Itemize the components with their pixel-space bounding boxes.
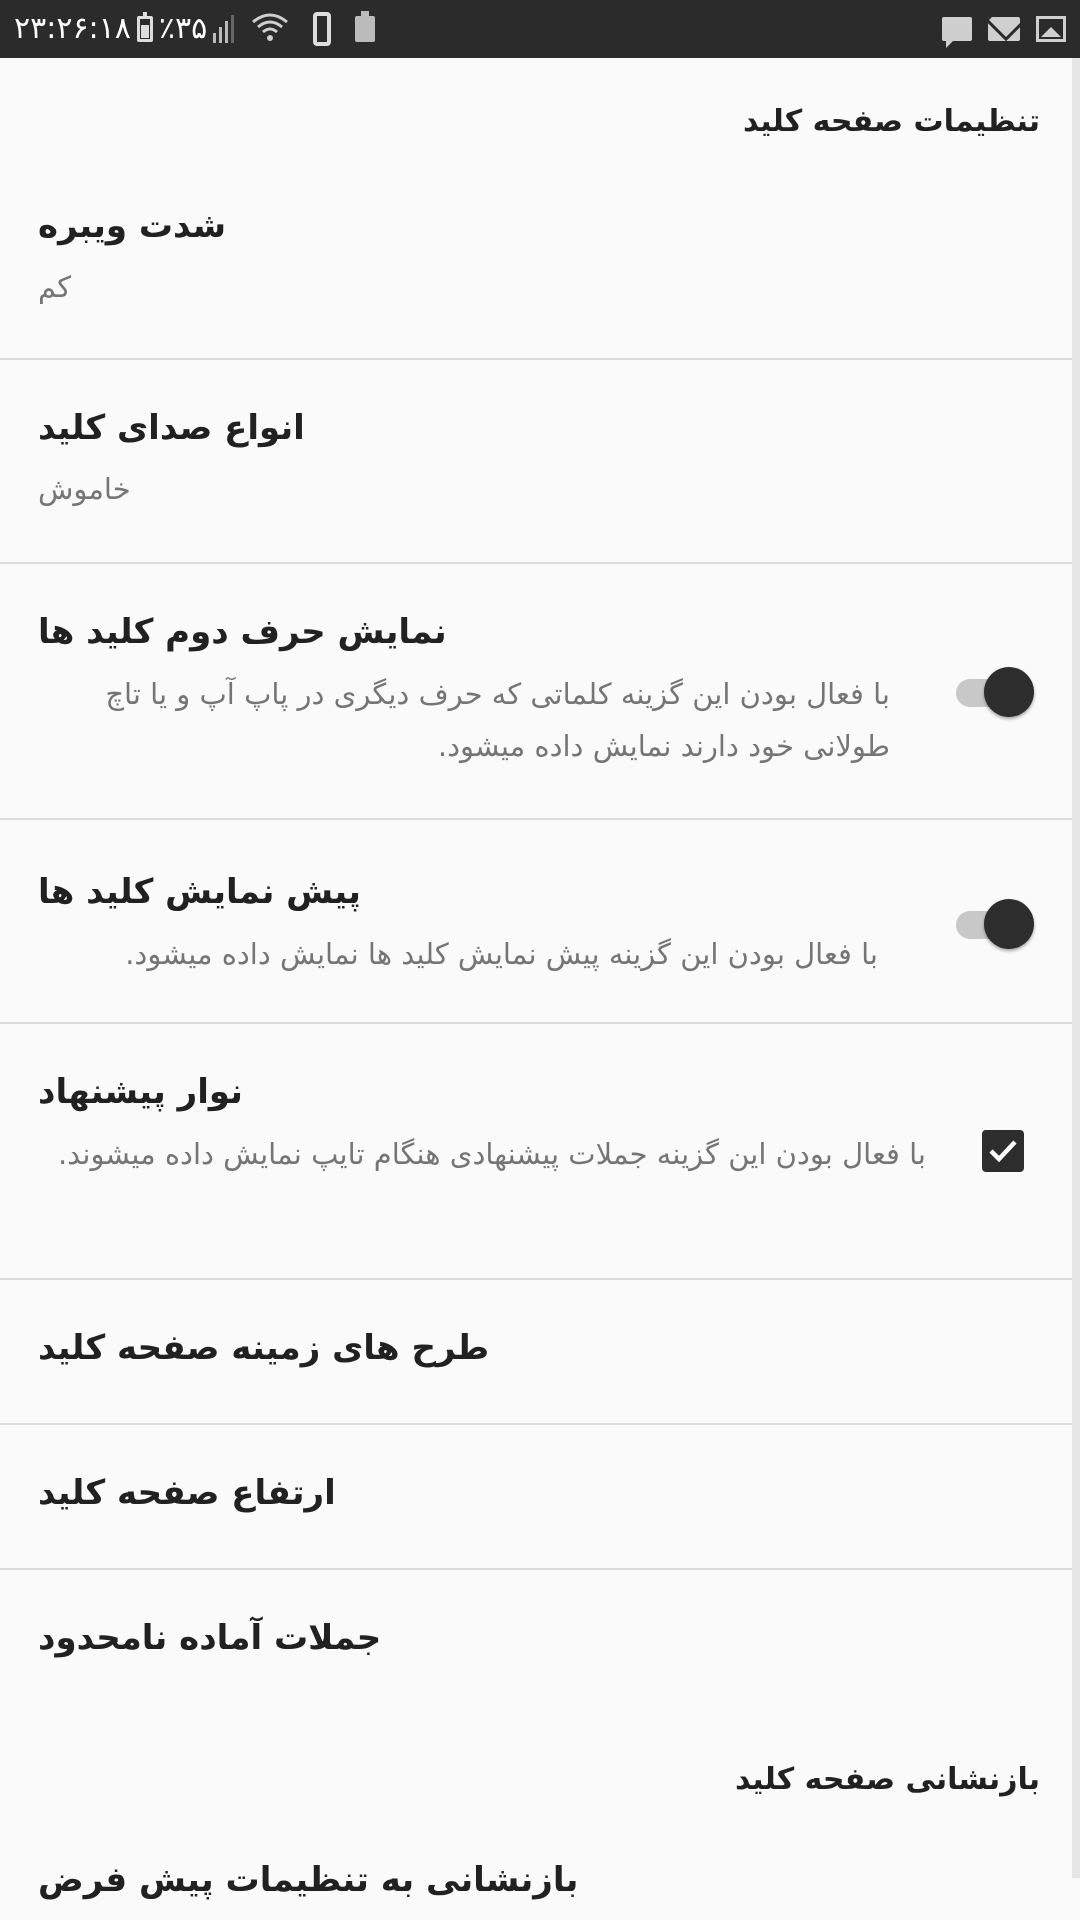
check-icon: [989, 1140, 1017, 1163]
pref-title: نوار پیشنهاد: [38, 1072, 243, 1112]
pref-themes[interactable]: طرح های زمینه صفحه کلید: [0, 1280, 1072, 1425]
pref-suggestion-bar[interactable]: نوار پیشنهاد با فعال بودن این گزینه جملا…: [0, 1024, 1072, 1280]
switch-thumb: [984, 667, 1034, 717]
scrollbar[interactable]: [1072, 58, 1080, 1878]
signal-icon: [213, 15, 239, 43]
pref-second-char[interactable]: نمایش حرف دوم کلید ها با فعال بودن این گ…: [0, 564, 1072, 820]
pref-value: کم: [38, 270, 72, 304]
status-bar-left: ۲۳:۲۶:۱۸ ٪۳۵: [14, 0, 381, 58]
suggestion-bar-checkbox[interactable]: [982, 1130, 1024, 1172]
pref-title: نمایش حرف دوم کلید ها: [38, 612, 447, 652]
pref-title: ارتفاع صفحه کلید: [38, 1473, 336, 1513]
pref-summary: با فعال بودن این گزینه پیش نمایش کلید ها…: [125, 937, 878, 971]
status-bar-right: [936, 0, 1072, 58]
switch-thumb: [984, 899, 1034, 949]
key-preview-switch[interactable]: [956, 896, 1034, 950]
pref-title: جملات آماده نامحدود: [38, 1618, 382, 1658]
pref-vibration[interactable]: شدت ویبره کم: [0, 168, 1072, 360]
pref-reset-defaults[interactable]: بازنشانی به تنظیمات پیش فرض: [0, 1830, 1072, 1920]
pref-title: شدت ویبره: [38, 206, 227, 246]
image-icon: [1036, 16, 1066, 42]
pref-summary: با فعال بودن این گزینه کلماتی که حرف دیگ…: [105, 677, 890, 763]
pref-key-sound[interactable]: انواع صدای کلید خاموش: [0, 360, 1072, 564]
battery-icon: [136, 12, 153, 42]
phone-icon: [313, 12, 332, 46]
section-header-reset: بازنشانی صفحه کلید: [734, 1762, 1040, 1797]
pref-value: خاموش: [38, 472, 131, 506]
second-char-switch[interactable]: [956, 664, 1034, 718]
pref-title: انواع صدای کلید: [38, 408, 305, 448]
mail-icon: [988, 17, 1020, 41]
pref-title: طرح های زمینه صفحه کلید: [38, 1328, 490, 1368]
section-header-keyboard-settings: تنظیمات صفحه کلید: [742, 104, 1040, 139]
wifi-icon: [251, 12, 289, 46]
pref-key-preview[interactable]: پیش نمایش کلید ها با فعال بودن این گزینه…: [0, 820, 1072, 1024]
pref-title: بازنشانی به تنظیمات پیش فرض: [38, 1860, 579, 1900]
message-icon: [942, 17, 972, 48]
pref-height[interactable]: ارتفاع صفحه کلید: [0, 1425, 1072, 1570]
battery-saver-icon: [355, 11, 376, 42]
pref-phrases[interactable]: جملات آماده نامحدود: [0, 1570, 1072, 1710]
battery-percent: ٪۳۵: [158, 11, 208, 46]
pref-summary: با فعال بودن این گزینه جملات پیشنهادی هن…: [57, 1137, 926, 1171]
pref-title: پیش نمایش کلید ها: [38, 872, 361, 912]
status-bar: ۲۳:۲۶:۱۸ ٪۳۵: [0, 0, 1080, 58]
clock: ۲۳:۲۶:۱۸: [14, 11, 131, 46]
